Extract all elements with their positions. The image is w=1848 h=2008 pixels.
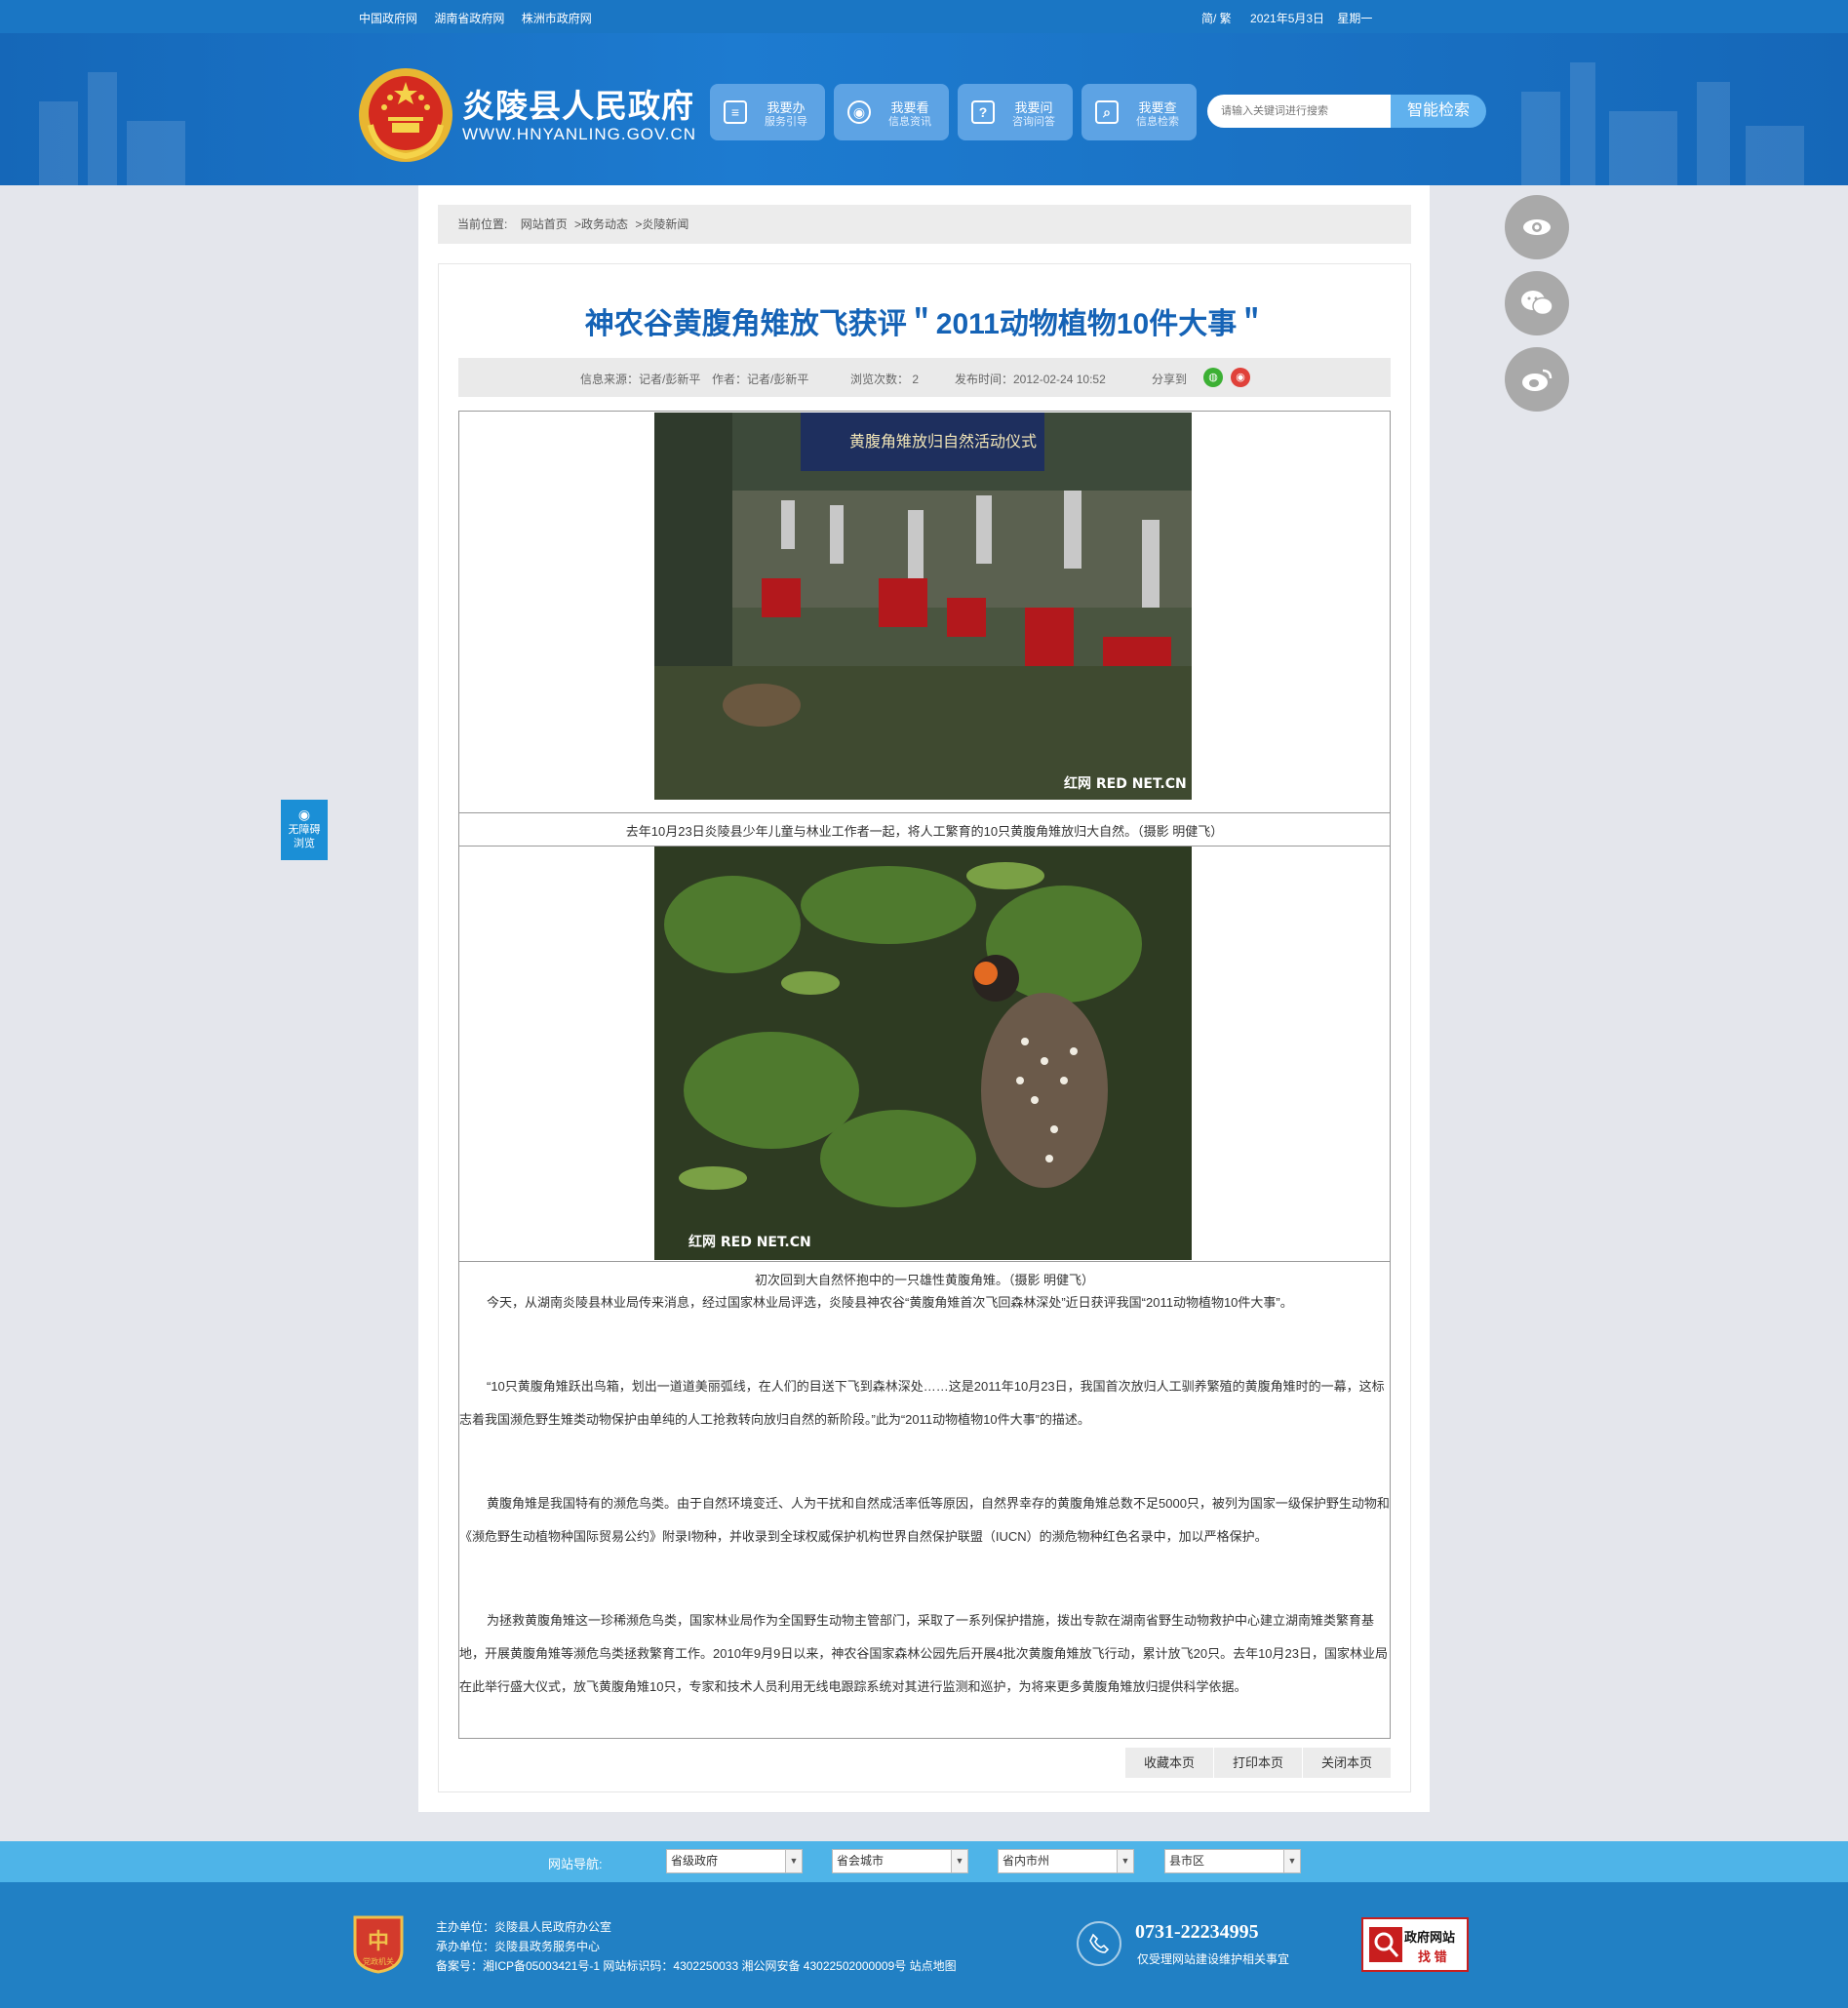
select-value: 县市区 bbox=[1169, 1854, 1205, 1868]
chevron-down-icon: ▼ bbox=[785, 1850, 802, 1872]
smart-search-button[interactable]: 智能检索 bbox=[1391, 95, 1486, 128]
footer-site-nav: 网站导航: 省级政府 ▼ 省会城市 ▼ 省内市州 ▼ 县市区 ▼ bbox=[0, 1841, 1848, 1882]
select-county[interactable]: 县市区 ▼ bbox=[1164, 1849, 1301, 1873]
link-hunan-gov[interactable]: 湖南省政府网 bbox=[434, 12, 504, 25]
wechat-share-icon[interactable]: ◍ bbox=[1203, 368, 1223, 387]
main-content: 当前位置: 网站首页 >政务动态 >炎陵新闻 神农谷黄腹角雉放飞获评＂2011动… bbox=[418, 185, 1430, 1812]
nav-subtitle: 信息检索 bbox=[1136, 116, 1179, 128]
party-badge-label: 党政机关 bbox=[363, 1956, 394, 1966]
breadcrumb-prefix: 当前位置: bbox=[457, 217, 508, 231]
site-url: WWW.HNYANLING.GOV.CN bbox=[462, 125, 697, 143]
close-page-button[interactable]: 关闭本页 bbox=[1303, 1748, 1391, 1778]
site-footer: 中 党政机关 主办单位：炎陵县人民政府办公室 承办单位：炎陵县政务服务中心 备案… bbox=[0, 1882, 1848, 2008]
image-frame-1: 黄腹角雉放归自然活动仪式 红网 RED NET.CN bbox=[459, 412, 1390, 813]
article-paragraph: 为拯救黄腹角雉这一珍稀濒危鸟类，国家林业局作为全国野生动物主管部门，采取了一系列… bbox=[459, 1613, 1388, 1694]
nav-info-button[interactable]: ◉ 我要看 信息资讯 bbox=[834, 84, 949, 140]
breadcrumb-gov-news[interactable]: >政务动态 bbox=[574, 217, 628, 231]
article-meta: 信息来源：记者/彭新平 作者：记者/彭新平 浏览次数： 2 发布时间：2012-… bbox=[458, 358, 1391, 397]
print-page-button[interactable]: 打印本页 bbox=[1214, 1748, 1302, 1778]
nav-subtitle: 服务引导 bbox=[765, 116, 807, 128]
magnifier-icon bbox=[1369, 1927, 1402, 1962]
eye-icon bbox=[1523, 219, 1551, 235]
article-card: 神农谷黄腹角雉放飞获评＂2011动物植物10件大事＂ 信息来源：记者/彭新平 作… bbox=[438, 263, 1411, 1792]
phone-icon bbox=[1077, 1921, 1121, 1966]
weibo-float-button[interactable] bbox=[1505, 347, 1569, 412]
nav-consult-button[interactable]: ? 我要问 咨询问答 bbox=[958, 84, 1073, 140]
article-title: 神农谷黄腹角雉放飞获评＂2011动物植物10件大事＂ bbox=[584, 308, 1267, 340]
article-paragraph: “10只黄腹角雉跃出鸟箱，划出一道道美丽弧线，在人们的目送下飞到森林深处……这是… bbox=[459, 1379, 1385, 1427]
wechat-float-button[interactable] bbox=[1505, 271, 1569, 335]
breadcrumb-home[interactable]: 网站首页 bbox=[521, 217, 568, 231]
release-ceremony-photo: 黄腹角雉放归自然活动仪式 红网 RED NET.CN bbox=[654, 413, 1192, 800]
view-float-button[interactable] bbox=[1505, 195, 1569, 259]
article-body: 黄腹角雉放归自然活动仪式 红网 RED NET.CN 去年10月23日炎陵县少年… bbox=[458, 411, 1391, 1739]
date-text: 2021年5月3日 bbox=[1250, 12, 1325, 25]
bookmark-page-button[interactable]: 收藏本页 bbox=[1125, 1748, 1213, 1778]
top-bar: 中国政府网 湖南省政府网 株洲市政府网 简/ 繁 2021年5月3日 星期一 bbox=[0, 0, 1848, 33]
select-provincial-gov[interactable]: 省级政府 ▼ bbox=[666, 1849, 803, 1873]
meta-source: 信息来源：记者/彭新平 bbox=[580, 373, 701, 386]
footer-nav-label: 网站导航: bbox=[548, 1857, 603, 1871]
select-value: 省级政府 bbox=[671, 1854, 719, 1868]
document-icon: ≡ bbox=[724, 100, 747, 124]
service-phone-note: 仅受理网站建设维护相关事宜 bbox=[1137, 1952, 1290, 1966]
footer-host: 主办单位：炎陵县人民政府办公室 bbox=[436, 1920, 612, 1934]
top-right: 简/ 繁 2021年5月3日 星期一 bbox=[1201, 10, 1388, 26]
party-gov-badge-icon[interactable]: 中 党政机关 bbox=[351, 1913, 406, 1974]
meta-share-label: 分享到 bbox=[1152, 373, 1188, 386]
photo-watermark: 红网 RED NET.CN bbox=[688, 1234, 811, 1250]
article-paragraph: 黄腹角雉是我国特有的濒危鸟类。由于自然环境变迁、人为干扰和自然成活率低等原因，自… bbox=[459, 1496, 1390, 1544]
svg-text:中: 中 bbox=[368, 1929, 389, 1954]
meta-published: 发布时间：2012-02-24 10:52 bbox=[955, 373, 1106, 386]
footer-organizer: 承办单位：炎陵县政务服务中心 bbox=[436, 1940, 601, 1953]
meta-views: 浏览次数： 2 bbox=[850, 373, 920, 386]
gov-site-error-report-badge[interactable]: 政府网站 找 错 bbox=[1361, 1917, 1469, 1972]
select-value: 省内市州 bbox=[1003, 1854, 1050, 1868]
breadcrumb-yanling-news[interactable]: >炎陵新闻 bbox=[635, 217, 688, 231]
weekday-text: 星期一 bbox=[1337, 12, 1373, 25]
link-zhuzhou-gov[interactable]: 株洲市政府网 bbox=[522, 12, 592, 25]
nav-service-guide-button[interactable]: ≡ 我要办 服务引导 bbox=[710, 84, 825, 140]
image-caption-1: 去年10月23日炎陵县少年儿童与林业工作者一起，将人工繁育的10只黄腹角雉放归大… bbox=[625, 824, 1224, 839]
nav-search-info-button[interactable]: ⌕ 我要查 信息检索 bbox=[1081, 84, 1197, 140]
national-emblem-icon bbox=[359, 68, 452, 162]
service-phone: 0731-22234995 bbox=[1135, 1921, 1259, 1943]
badge-line2: 找 错 bbox=[1418, 1949, 1447, 1964]
breadcrumb: 当前位置: 网站首页 >政务动态 >炎陵新闻 bbox=[438, 205, 1411, 244]
nav-subtitle: 咨询问答 bbox=[1012, 116, 1055, 128]
photo-watermark: 红网 RED NET.CN bbox=[1064, 775, 1187, 792]
lang-toggle[interactable]: 简/ 繁 bbox=[1201, 12, 1232, 25]
site-title[interactable]: 炎陵县人民政府 bbox=[462, 80, 694, 127]
accessibility-button[interactable]: ◉ 无障碍浏览 bbox=[281, 800, 328, 860]
chevron-down-icon: ▼ bbox=[1117, 1850, 1133, 1872]
accessibility-eye-icon: ◉ bbox=[297, 807, 311, 822]
wechat-icon bbox=[1521, 291, 1553, 316]
chevron-down-icon: ▼ bbox=[1283, 1850, 1300, 1872]
top-links: 中国政府网 湖南省政府网 株洲市政府网 bbox=[359, 10, 606, 26]
site-header: 炎陵县人民政府 WWW.HNYANLING.GOV.CN ≡ 我要办 服务引导 … bbox=[0, 33, 1848, 185]
accessibility-label: 无障碍浏览 bbox=[288, 824, 321, 849]
image-frame-2: 红网 RED NET.CN bbox=[459, 846, 1390, 1262]
question-icon: ? bbox=[971, 100, 995, 124]
footer-info: 主办单位：炎陵县人民政府办公室 承办单位：炎陵县政务服务中心 备案号：湘ICP备… bbox=[436, 1917, 957, 1976]
search-input[interactable] bbox=[1207, 95, 1391, 128]
select-province-city[interactable]: 省内市州 ▼ bbox=[998, 1849, 1134, 1873]
weibo-share-icon[interactable]: ◉ bbox=[1231, 368, 1250, 387]
select-capital-city[interactable]: 省会城市 ▼ bbox=[832, 1849, 968, 1873]
badge-line1: 政府网站 bbox=[1404, 1930, 1456, 1945]
chevron-down-icon: ▼ bbox=[951, 1850, 967, 1872]
weibo-icon bbox=[1522, 369, 1553, 391]
pheasant-photo: 红网 RED NET.CN bbox=[654, 847, 1192, 1260]
meta-author: 作者：记者/彭新平 bbox=[712, 373, 809, 386]
search-icon: ⌕ bbox=[1095, 100, 1119, 124]
eye-icon: ◉ bbox=[847, 100, 871, 124]
footer-record[interactable]: 备案号：湘ICP备05003421号-1 网站标识码：4302250033 湘公… bbox=[436, 1956, 957, 1976]
article-paragraph: 今天，从湖南炎陵县林业局传来消息，经过国家林业局评选，炎陵县神农谷“黄腹角雉首次… bbox=[487, 1295, 1293, 1310]
select-value: 省会城市 bbox=[837, 1854, 885, 1868]
banner-text: 黄腹角雉放归自然活动仪式 bbox=[849, 432, 1037, 451]
link-central-gov[interactable]: 中国政府网 bbox=[359, 12, 417, 25]
nav-subtitle: 信息资讯 bbox=[888, 116, 931, 128]
